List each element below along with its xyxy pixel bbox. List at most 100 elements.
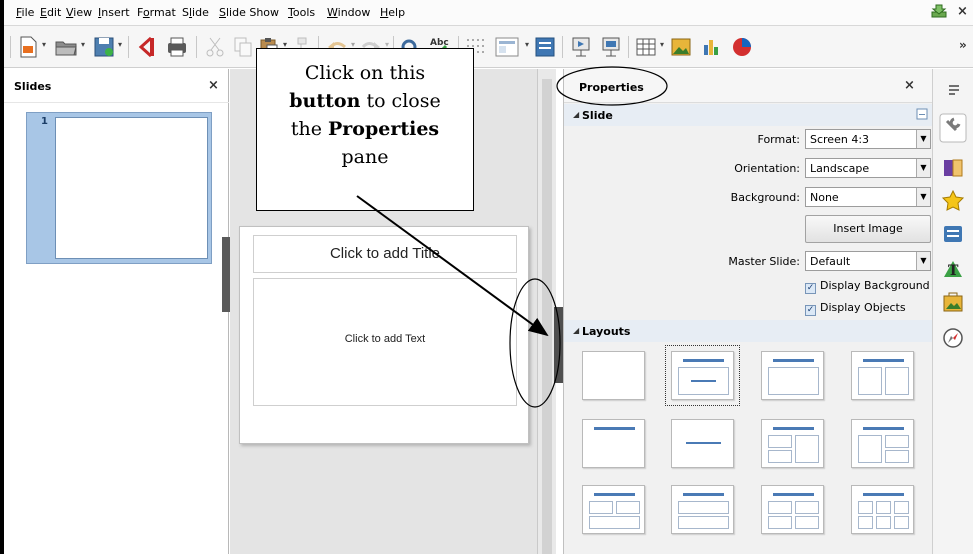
standard-toolbar: ▾ ▾ ▾ ▾ ▾ ▾ Abc ▾ ▾ »: [4, 26, 973, 68]
table-dropdown-icon[interactable]: ▾: [660, 40, 664, 49]
slideshow-current-icon[interactable]: [600, 35, 622, 59]
background-dropdown[interactable]: None ▼: [805, 187, 931, 207]
slide-transition-icon[interactable]: [942, 157, 964, 179]
layout-title-6-content[interactable]: [851, 485, 914, 534]
properties-deck-icon[interactable]: [939, 113, 967, 143]
layout-title-only[interactable]: [582, 419, 645, 468]
layout-title-4-content[interactable]: [761, 485, 824, 534]
properties-collapse-handle[interactable]: [554, 307, 563, 383]
slides-pane-collapse-handle[interactable]: [222, 237, 230, 312]
layouts-section-label: Layouts: [582, 325, 631, 338]
master-slide-dropdown[interactable]: Default ▼: [805, 251, 931, 271]
navigator-icon[interactable]: [942, 327, 964, 349]
views-dropdown-icon[interactable]: ▾: [525, 40, 529, 49]
callout-line-2: button to close: [289, 90, 441, 112]
save-dropdown-icon[interactable]: ▾: [118, 40, 122, 49]
menu-edit[interactable]: Edit: [40, 6, 61, 19]
master-slide-label: Master Slide:: [728, 255, 800, 268]
slide-section-label: Slide: [582, 109, 613, 122]
layout-title-2-content-over-content[interactable]: [582, 485, 645, 534]
layout-title-content-over-content[interactable]: [671, 485, 734, 534]
toolbar-overflow-icon[interactable]: »: [959, 38, 967, 52]
menu-tools[interactable]: Tools: [288, 6, 315, 19]
menu-bar: File Edit View Insert Format Slide Slide…: [4, 0, 973, 26]
slide-thumbnail[interactable]: [55, 117, 208, 259]
table-icon[interactable]: [635, 35, 657, 59]
close-properties-icon[interactable]: ×: [904, 78, 915, 93]
dropdown-arrow-icon: ▼: [916, 130, 930, 148]
menu-insert[interactable]: Insert: [98, 6, 130, 19]
instruction-callout: Click on this button to close the Proper…: [256, 48, 474, 211]
new-dropdown-icon[interactable]: ▾: [42, 40, 46, 49]
slides-pane: Slides × 1: [4, 69, 229, 554]
display-background-checkbox[interactable]: ✓ Display Background: [805, 279, 931, 294]
menu-view[interactable]: View: [66, 6, 92, 19]
layout-centered-text[interactable]: [671, 419, 734, 468]
export-pdf-icon[interactable]: [136, 35, 158, 59]
checkmark-icon: ✓: [805, 305, 816, 316]
layout-blank[interactable]: [582, 351, 645, 400]
scrollbar-thumb[interactable]: [542, 79, 552, 554]
master-slides-icon[interactable]: [942, 223, 964, 245]
slide-thumbnail-selected[interactable]: 1: [26, 112, 212, 264]
orientation-dropdown[interactable]: Landscape ▼: [805, 158, 931, 178]
close-document-icon[interactable]: ×: [957, 4, 968, 19]
slides-pane-title: Slides: [14, 80, 52, 93]
basic-shapes-icon[interactable]: [730, 35, 754, 59]
menu-slide[interactable]: Slide: [182, 6, 209, 19]
slides-pane-header: Slides ×: [4, 69, 229, 103]
dropdown-arrow-icon: ▼: [916, 188, 930, 206]
properties-panel: Properties × ◢ Slide Format: Screen 4:3 …: [563, 69, 933, 554]
new-document-icon[interactable]: [17, 35, 39, 59]
svg-text:T: T: [948, 263, 959, 279]
display-views-icon[interactable]: [494, 35, 520, 59]
layout-title-content-and-2-content[interactable]: [851, 419, 914, 468]
more-options-icon[interactable]: [916, 108, 928, 120]
menu-file[interactable]: File: [16, 6, 34, 19]
menu-window[interactable]: Window: [327, 6, 370, 19]
insert-image-icon[interactable]: [670, 35, 692, 59]
properties-title: Properties: [579, 81, 644, 94]
content-placeholder[interactable]: Click to add Text: [253, 278, 517, 406]
toolbar-grip: [10, 36, 11, 58]
callout-line-1: Click on this: [304, 62, 426, 84]
sidebar-menu-icon[interactable]: [947, 83, 961, 97]
start-slideshow-icon[interactable]: [570, 35, 592, 59]
layouts-grid: [580, 345, 920, 549]
copy-icon[interactable]: [232, 35, 254, 59]
slide-section-header[interactable]: ◢ Slide: [564, 104, 933, 126]
close-slides-pane-icon[interactable]: ×: [208, 78, 219, 93]
background-label: Background:: [730, 191, 800, 204]
orientation-label: Orientation:: [734, 162, 800, 175]
cut-icon[interactable]: [204, 35, 226, 59]
toolbar-separator: [196, 36, 197, 58]
collapse-triangle-icon: ◢: [573, 110, 580, 119]
slide-layout-icon[interactable]: [534, 35, 556, 59]
toolbar-separator: [562, 36, 563, 58]
open-folder-icon[interactable]: [54, 35, 78, 59]
title-placeholder[interactable]: Click to add Title: [253, 235, 517, 273]
print-icon[interactable]: [166, 35, 188, 59]
insert-chart-icon[interactable]: [700, 35, 722, 59]
layout-title-two-content[interactable]: [851, 351, 914, 400]
styles-formatting-icon[interactable]: T: [942, 257, 964, 279]
format-dropdown[interactable]: Screen 4:3 ▼: [805, 129, 931, 149]
layout-title-2-content-and-content[interactable]: [761, 419, 824, 468]
layout-title-content-box[interactable]: [761, 351, 824, 400]
menu-help[interactable]: Help: [380, 6, 405, 19]
update-available-icon[interactable]: [931, 4, 947, 18]
checkmark-icon: ✓: [805, 283, 816, 294]
slide-canvas[interactable]: Click to add Title Click to add Text: [239, 226, 529, 444]
layouts-section-header[interactable]: ◢ Layouts: [564, 320, 933, 342]
insert-image-button[interactable]: Insert Image: [805, 215, 931, 243]
layout-title-content[interactable]: [665, 345, 740, 406]
custom-animation-icon[interactable]: [942, 189, 964, 211]
gallery-icon[interactable]: [942, 291, 964, 313]
menu-format[interactable]: Format: [137, 6, 176, 19]
sidebar-deck: T: [932, 69, 973, 554]
dropdown-arrow-icon: ▼: [916, 159, 930, 177]
open-dropdown-icon[interactable]: ▾: [81, 40, 85, 49]
save-icon[interactable]: [93, 35, 115, 59]
display-objects-checkbox[interactable]: ✓ Display Objects: [805, 301, 931, 316]
menu-slide-show[interactable]: Slide Show: [219, 6, 279, 19]
